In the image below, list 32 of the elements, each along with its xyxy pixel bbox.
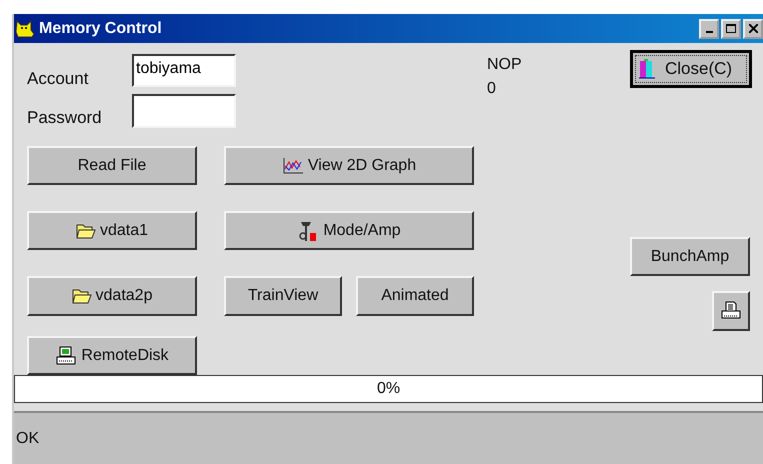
nop-value: 0 bbox=[487, 80, 497, 98]
maximize-icon bbox=[726, 24, 736, 33]
password-label: Password bbox=[27, 107, 103, 128]
view-2d-graph-button[interactable]: View 2D Graph bbox=[224, 146, 474, 185]
account-field[interactable]: tobiyama bbox=[132, 54, 236, 87]
close-button[interactable] bbox=[743, 18, 763, 38]
minimize-button[interactable] bbox=[699, 18, 719, 38]
window-title: Memory Control bbox=[39, 20, 163, 38]
vdata2p-button[interactable]: vdata2p bbox=[27, 276, 197, 316]
printer-icon bbox=[721, 301, 741, 321]
status-text: OK bbox=[16, 430, 40, 448]
train-view-button[interactable]: TrainView bbox=[224, 276, 342, 316]
vdata1-button[interactable]: vdata1 bbox=[27, 211, 197, 250]
close-icon bbox=[748, 24, 758, 33]
print-button[interactable] bbox=[712, 291, 750, 331]
password-field[interactable] bbox=[132, 94, 236, 128]
read-file-button[interactable]: Read File bbox=[27, 146, 197, 185]
minimize-icon bbox=[706, 30, 712, 32]
cat-icon bbox=[15, 20, 35, 38]
remote-disk-button[interactable]: RemoteDisk bbox=[27, 336, 197, 375]
animated-button[interactable]: Animated bbox=[356, 276, 474, 316]
mode-amp-button[interactable]: Mode/Amp bbox=[224, 211, 474, 250]
maximize-button[interactable] bbox=[721, 18, 741, 38]
bunch-amp-button[interactable]: BunchAmp bbox=[630, 237, 750, 276]
folder-icon bbox=[72, 287, 92, 305]
close-button[interactable]: Close(C) bbox=[630, 50, 752, 88]
folder-icon bbox=[76, 222, 96, 240]
graph-icon bbox=[282, 156, 304, 174]
nop-label: NOP bbox=[487, 56, 523, 74]
computer-icon bbox=[55, 346, 78, 366]
account-label: Account bbox=[27, 68, 90, 88]
progress-reading: 0% bbox=[376, 380, 400, 398]
